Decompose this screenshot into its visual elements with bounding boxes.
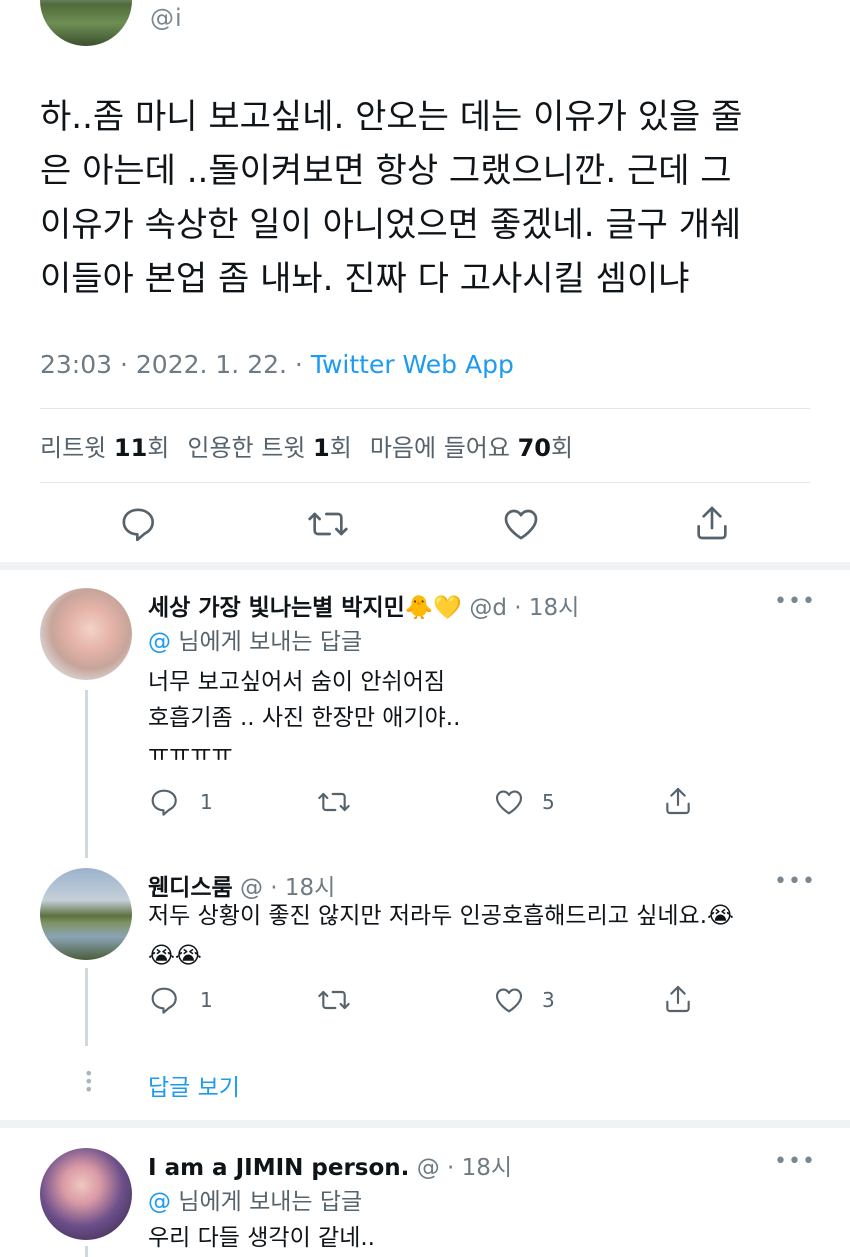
- more-icon[interactable]: •••: [774, 1149, 816, 1174]
- author-avatar[interactable]: [40, 0, 132, 46]
- reply-icon[interactable]: [148, 786, 180, 818]
- share-icon[interactable]: [662, 982, 694, 1016]
- like-icon[interactable]: [500, 504, 542, 544]
- retweets-label: 리트윗: [40, 434, 114, 462]
- reply-icon[interactable]: [118, 504, 158, 544]
- reply-text-line: 우리 다들 생각이 같네..: [148, 1225, 375, 1251]
- thread-line: [85, 968, 88, 1046]
- retweets-count: 11: [113, 434, 148, 462]
- retweet-icon[interactable]: [316, 984, 352, 1016]
- share-icon[interactable]: [662, 784, 694, 818]
- reply-to-line: @ 님에게 보내는 답글: [148, 622, 362, 656]
- like-count: 3: [542, 988, 555, 1012]
- reply-author-handle[interactable]: @ · 18시: [417, 1155, 512, 1181]
- quotes-label: 인용한 트윗: [187, 434, 314, 462]
- show-replies-link[interactable]: 답글 보기: [148, 1068, 240, 1102]
- reply-header: 세상 가장 빛나는별 박지민🐥💛 @d · 18시: [148, 588, 579, 622]
- reply-to-line: @ 님에게 보내는 답글: [148, 1182, 362, 1216]
- quotes-count: 1: [313, 434, 330, 462]
- avatar[interactable]: [40, 1148, 132, 1240]
- thread-dots: • • •: [84, 1064, 94, 1099]
- tweet-text-line: 이들아 본업 좀 내놔. 진짜 다 고사시킬 셈이냐: [40, 259, 690, 299]
- divider: [40, 408, 810, 409]
- reply-text: 우리 다들 생각이 같네..: [148, 1220, 375, 1256]
- likes-stat[interactable]: 마음에 들어요 70회: [370, 434, 573, 462]
- likes-count: 70: [517, 434, 551, 462]
- author-handle[interactable]: @i: [150, 4, 183, 32]
- section-divider: [0, 1120, 850, 1128]
- likes-unit: 회: [551, 434, 574, 462]
- tweet-text: 하..좀 마니 보고싶네. 안오는 데는 이유가 있을 줄 은 아는데 ..돌이…: [40, 90, 830, 306]
- reply-count: 1: [200, 988, 213, 1012]
- divider: [40, 482, 810, 483]
- reply-to-suffix: 님에게 보내는 답글: [171, 629, 363, 655]
- reply-text-line: 호흡기좀 .. 사진 한장만 애기야..: [148, 705, 461, 731]
- more-icon[interactable]: •••: [774, 589, 816, 614]
- reply-text-line: ㅠㅠㅠㅠ: [148, 741, 233, 767]
- like-icon[interactable]: [492, 984, 526, 1016]
- tweet-stats: 리트윗 11회 인용한 트윗 1회 마음에 들어요 70회: [40, 428, 573, 463]
- tweet-text-line: 이유가 속상한 일이 아니었으면 좋겠네. 글구 개쉐: [40, 205, 742, 245]
- like-icon[interactable]: [492, 786, 526, 818]
- thread-line: [85, 1246, 88, 1257]
- like-count: 5: [542, 790, 555, 814]
- retweets-unit: 회: [147, 434, 170, 462]
- reply-icon[interactable]: [148, 984, 180, 1016]
- reply-to-handle[interactable]: @: [148, 1189, 171, 1215]
- tweet-text-line: 하..좀 마니 보고싶네. 안오는 데는 이유가 있을 줄: [40, 97, 743, 137]
- reply-text: 저두 상황이 좋진 않지만 저라두 인공호흡해드리고 싶네요.😭 😭😭: [148, 896, 734, 976]
- likes-label: 마음에 들어요: [369, 434, 518, 462]
- retweets-stat[interactable]: 리트윗 11회: [40, 434, 169, 462]
- retweet-icon[interactable]: [316, 786, 352, 818]
- tweet-text-line: 은 아는데 ..돌이켜보면 항상 그랬으니깐. 근데 그: [40, 151, 732, 191]
- reply-text-line: 저두 상황이 좋진 않지만 저라두 인공호흡해드리고 싶네요.😭: [148, 903, 734, 929]
- section-divider: [0, 562, 850, 570]
- tweet-header: @i: [0, 0, 850, 80]
- reply-count: 1: [200, 790, 213, 814]
- reply-to-suffix: 님에게 보내는 답글: [171, 1189, 363, 1215]
- reply-to-handle[interactable]: @: [148, 629, 171, 655]
- avatar[interactable]: [40, 868, 132, 960]
- reply-header: I am a JIMIN person. @ · 18시: [148, 1148, 512, 1182]
- tweet-action-bar: [0, 500, 850, 548]
- tweet-timestamp[interactable]: 23:03 · 2022. 1. 22. ·: [40, 350, 311, 379]
- more-icon[interactable]: •••: [774, 869, 816, 894]
- share-icon[interactable]: [692, 502, 732, 544]
- tweet-meta: 23:03 · 2022. 1. 22. · Twitter Web App: [40, 350, 514, 379]
- reply-text-line: 😭😭: [148, 943, 202, 969]
- quotes-stat[interactable]: 인용한 트윗 1회: [187, 434, 351, 462]
- retweet-icon[interactable]: [306, 504, 350, 544]
- thread-line: [85, 690, 88, 858]
- reply-text: 너무 보고싶어서 숨이 안쉬어짐 호흡기좀 .. 사진 한장만 애기야.. ㅠㅠ…: [148, 664, 460, 772]
- tweet-source-app[interactable]: Twitter Web App: [311, 350, 514, 379]
- reply-author-name[interactable]: 세상 가장 빛나는별 박지민🐥💛: [148, 595, 462, 621]
- quotes-unit: 회: [329, 434, 352, 462]
- reply-author-name[interactable]: I am a JIMIN person.: [148, 1155, 409, 1181]
- reply-text-line: 너무 보고싶어서 숨이 안쉬어짐: [148, 669, 446, 695]
- reply-author-handle[interactable]: @d · 18시: [469, 595, 579, 621]
- avatar[interactable]: [40, 588, 132, 680]
